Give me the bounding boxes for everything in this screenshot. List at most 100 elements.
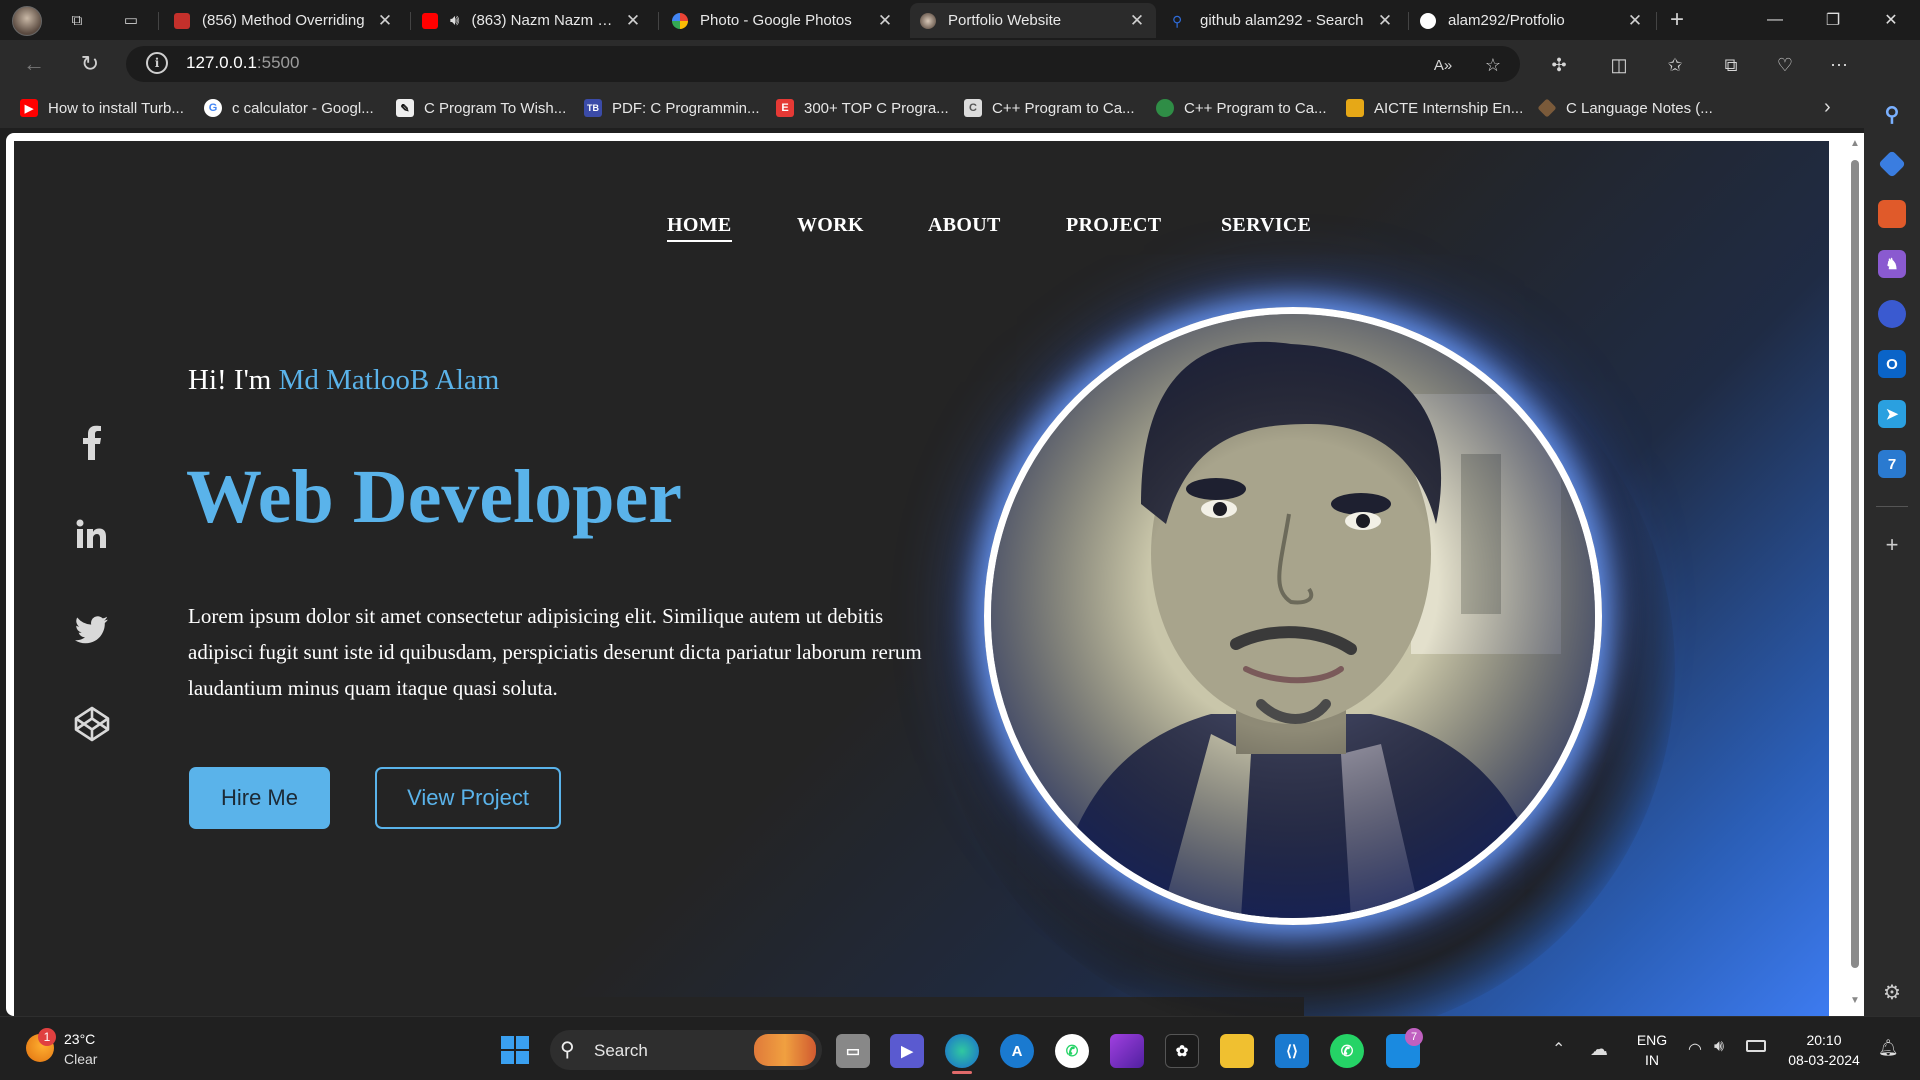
bookmark-item[interactable]: C C++ Program to Ca... <box>964 96 1135 120</box>
codepen-icon[interactable] <box>74 706 110 742</box>
clock[interactable]: 20:10 08-03-2024 <box>1782 1030 1866 1070</box>
tools-briefcase-icon[interactable] <box>1878 200 1906 228</box>
close-icon[interactable]: ✕ <box>1128 11 1146 31</box>
tab-separator <box>1656 12 1657 30</box>
file-explorer-icon[interactable] <box>1220 1034 1254 1068</box>
chatgpt-icon[interactable]: ✿ <box>1165 1034 1199 1068</box>
tab-label: Photo - Google Photos <box>700 12 852 29</box>
volume-icon[interactable]: 🔊︎ <box>1714 1038 1724 1056</box>
tab-method-overriding[interactable]: (856) Method Overriding ✕ <box>164 3 404 38</box>
favorites-icon[interactable]: ✩ <box>1660 50 1690 80</box>
vscode-icon[interactable]: ⟨⟩ <box>1275 1034 1309 1068</box>
scroll-up-arrow-icon[interactable]: ▲ <box>1849 138 1861 149</box>
tab-github-repo[interactable]: alam292/Protfolio ✕ <box>1410 3 1654 38</box>
bookmarks-overflow-chevron-icon[interactable]: › <box>1824 96 1831 119</box>
close-icon[interactable]: ✕ <box>1626 11 1644 31</box>
edge-browser-icon[interactable] <box>945 1034 979 1068</box>
twitter-icon[interactable] <box>74 612 110 648</box>
add-icon[interactable]: + <box>1878 531 1906 559</box>
calendar-icon[interactable]: 7 <box>1878 450 1906 478</box>
nav-project[interactable]: PROJECT <box>1066 214 1161 237</box>
bookmark-item[interactable]: ✎ C Program To Wish... <box>396 96 566 120</box>
weather-temp[interactable]: 23°C <box>64 1031 95 1047</box>
minimize-button[interactable]: — <box>1746 0 1804 40</box>
speaker-icon[interactable]: 🔊︎ <box>450 12 459 29</box>
back-arrow-icon[interactable]: ← <box>18 49 50 79</box>
bookmark-item[interactable]: ▶ How to install Turb... <box>20 96 184 120</box>
outlook-icon[interactable]: O <box>1878 350 1906 378</box>
bookmark-item[interactable]: Gc calculator - Googl... <box>204 96 374 120</box>
tab-portfolio-website[interactable]: Portfolio Website ✕ <box>910 3 1156 38</box>
more-options-icon[interactable]: ⋯ <box>1824 50 1854 80</box>
google-icon: G <box>204 99 222 117</box>
task-view-icon[interactable]: ▭ <box>836 1034 870 1068</box>
facebook-icon[interactable] <box>74 424 110 460</box>
view-project-button[interactable]: View Project <box>375 767 561 829</box>
wifi-icon[interactable]: ◠ <box>1688 1039 1702 1059</box>
bookmark-item[interactable]: C++ Program to Ca... <box>1156 96 1327 120</box>
weather-condition[interactable]: Clear <box>64 1051 97 1067</box>
e-icon: E <box>776 99 794 117</box>
address-bar[interactable] <box>126 46 1520 82</box>
edge-sidebar <box>1864 40 1920 1016</box>
games-icon[interactable]: ♞ <box>1878 250 1906 278</box>
tray-chevron-up-icon[interactable]: ⌃ <box>1552 1039 1565 1059</box>
restore-button[interactable]: ❐ <box>1804 0 1862 40</box>
site-info-icon[interactable]: i <box>146 52 168 74</box>
nav-about[interactable]: ABOUT <box>928 214 1001 237</box>
cpp-site-icon: C <box>964 99 982 117</box>
settings-gear-icon[interactable]: ⚙ <box>1878 978 1906 1006</box>
url-text[interactable]: 127.0.0.1:5500 <box>186 53 299 73</box>
nav-home[interactable]: HOME <box>667 214 732 242</box>
whatsapp-icon[interactable]: ✆ <box>1330 1034 1364 1068</box>
nav-work[interactable]: WORK <box>797 214 864 237</box>
browser-essentials-icon[interactable]: ♡ <box>1770 50 1800 80</box>
tab-github-search[interactable]: ⚲ github alam292 - Search ✕ <box>1162 3 1404 38</box>
tab-nazm[interactable]: 🔊︎ (863) Nazm Nazm - Bareilly ✕ <box>412 3 652 38</box>
nav-service[interactable]: SERVICE <box>1221 214 1311 237</box>
read-aloud-icon[interactable]: A» <box>1428 50 1458 80</box>
linkedin-icon[interactable] <box>74 516 110 552</box>
tab-label: (863) Nazm Nazm - Bareilly <box>471 12 616 29</box>
collections-icon[interactable]: ⧉ <box>1716 50 1746 80</box>
favorite-star-icon[interactable]: ☆ <box>1478 50 1508 80</box>
battery-icon[interactable] <box>1746 1040 1766 1052</box>
reload-icon[interactable]: ↻ <box>74 49 106 79</box>
split-screen-icon[interactable]: ◫ <box>1604 50 1634 80</box>
gfg-icon <box>1156 99 1174 117</box>
meet-video-icon[interactable]: ▶ <box>890 1034 924 1068</box>
send-icon[interactable]: ➤ <box>1878 400 1906 428</box>
scroll-down-arrow-icon[interactable]: ▼ <box>1849 995 1861 1006</box>
close-icon[interactable]: ✕ <box>1376 11 1394 31</box>
close-icon[interactable]: ✕ <box>376 11 394 31</box>
bookmark-item[interactable]: TB PDF: C Programmin... <box>584 96 760 120</box>
wish-program-icon: ✎ <box>396 99 414 117</box>
bookmark-item[interactable]: E 300+ TOP C Progra... <box>776 96 949 120</box>
profile-avatar[interactable] <box>12 6 42 36</box>
hire-me-button[interactable]: Hire Me <box>189 767 330 829</box>
search-icon[interactable]: ⚲ <box>1878 100 1906 128</box>
google-photos-icon <box>672 12 688 29</box>
clipchamp-icon[interactable] <box>1110 1034 1144 1068</box>
role-title: Web Developer <box>186 455 683 539</box>
bookmark-item[interactable]: AICTE Internship En... <box>1346 96 1523 120</box>
app-store-icon[interactable]: A <box>1000 1034 1034 1068</box>
copilot-sidebar-icon[interactable] <box>1878 300 1906 328</box>
new-tab-button[interactable]: + <box>1662 6 1692 34</box>
scrollbar-thumb[interactable] <box>1851 160 1859 968</box>
start-windows-icon[interactable] <box>501 1036 529 1064</box>
tab-google-photos[interactable]: Photo - Google Photos ✕ <box>662 3 904 38</box>
close-icon[interactable]: ✕ <box>624 11 642 31</box>
onedrive-cloud-icon[interactable]: ☁ <box>1590 1039 1608 1060</box>
taskbar-search-label[interactable]: Search <box>594 1041 648 1061</box>
extensions-icon[interactable]: ✣ <box>1544 50 1574 80</box>
workspaces-icon[interactable]: ⧉ <box>62 6 92 34</box>
close-window-button[interactable]: ✕ <box>1862 0 1920 40</box>
vertical-tabs-icon[interactable]: ▭ <box>116 6 146 34</box>
notes-icon <box>1537 98 1557 118</box>
language-indicator[interactable]: ENG IN <box>1632 1030 1672 1070</box>
bookmark-item[interactable]: C Language Notes (... <box>1537 96 1713 120</box>
notification-bell-icon[interactable]: 🔔︎ <box>1878 1038 1898 1058</box>
close-icon[interactable]: ✕ <box>876 11 894 31</box>
whatsapp-web-icon[interactable]: ✆ <box>1055 1034 1089 1068</box>
